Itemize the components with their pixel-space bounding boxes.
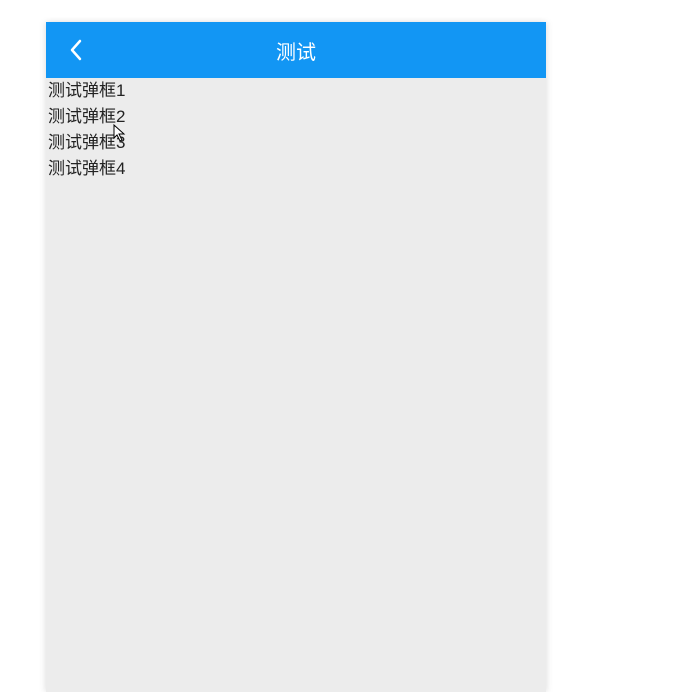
- chevron-left-icon: [69, 39, 83, 61]
- list-item[interactable]: 测试弹框2: [46, 104, 546, 130]
- header-bar: 测试: [46, 22, 546, 78]
- content-area: 测试弹框1 测试弹框2 测试弹框3 测试弹框4: [46, 78, 546, 182]
- page-title: 测试: [46, 36, 546, 65]
- list-item[interactable]: 测试弹框1: [46, 78, 546, 104]
- list-item[interactable]: 测试弹框4: [46, 156, 546, 182]
- list-item[interactable]: 测试弹框3: [46, 130, 546, 156]
- phone-frame: 测试 测试弹框1 测试弹框2 测试弹框3 测试弹框4: [46, 22, 546, 692]
- back-button[interactable]: [64, 38, 88, 62]
